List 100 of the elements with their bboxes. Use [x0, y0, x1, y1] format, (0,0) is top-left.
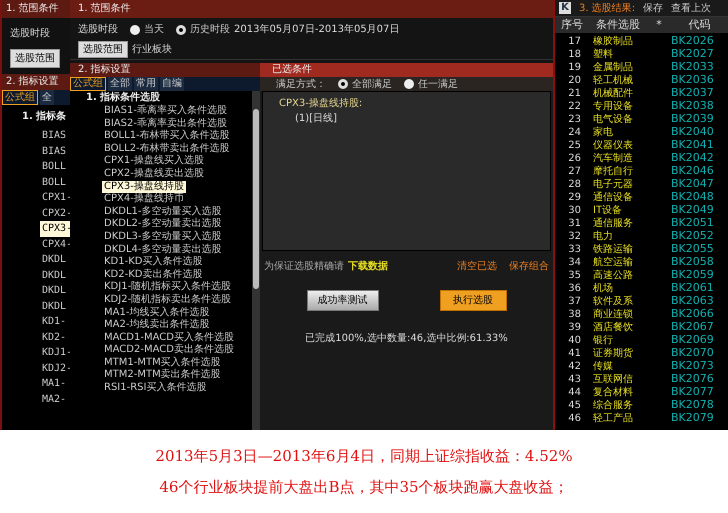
table-cell-text: 46 [567, 412, 582, 426]
list-item[interactable]: DKDL3-多空动量买入选股 [102, 230, 224, 244]
radio-label[interactable]: 任一满足 [418, 76, 458, 92]
list-item[interactable]: MTM2-MTM卖出条件选股 [102, 369, 223, 382]
panel-header: 1. 范围条件 [70, 0, 553, 18]
table-cell-text: 17 [567, 34, 582, 49]
radio-button[interactable] [404, 79, 414, 89]
table-cell-text: 30 [567, 204, 582, 218]
list-item[interactable]: DKDL4-多空动量卖出选股 [102, 244, 224, 256]
clear-link[interactable]: 清空已选 [457, 259, 497, 274]
tab[interactable]: 全部 [108, 77, 132, 91]
table-cell-text: 高速公路 [592, 268, 634, 282]
list-item[interactable]: DKDL1-多空动量买入选股 [102, 206, 224, 218]
list-item[interactable]: BIAS [40, 128, 68, 144]
run-button[interactable]: 执行选股 [440, 290, 506, 311]
table-cell-text: 38 [567, 308, 582, 322]
table-cell-text: 汽车制造 [592, 152, 634, 166]
save-link[interactable]: 保存 [643, 0, 664, 16]
tab[interactable]: 自编 [160, 77, 184, 91]
scrollbar-thumb[interactable] [253, 109, 259, 289]
table-cell-text: 酒店餐饮 [592, 320, 634, 335]
tab[interactable]: 公式组 [70, 77, 106, 91]
list-item[interactable]: KD2-KD卖出条件选股 [102, 268, 204, 282]
list-item[interactable]: KDJ1-随机指标买入条件选股 [102, 281, 234, 294]
list-item[interactable]: KDJ2-随机指标卖出条件选股 [102, 294, 234, 306]
range-button[interactable]: 选股范围 [78, 41, 128, 58]
table-cell-text: 27 [567, 164, 582, 179]
table-cell-text: BK2048 [671, 189, 715, 204]
table-cell-text: 28 [567, 178, 582, 192]
list-item[interactable]: CPX3-操盘线持股 [102, 180, 186, 194]
list-item[interactable]: BOLL [40, 159, 68, 174]
table-cell-text: BK2047 [671, 176, 715, 192]
list-item[interactable]: CPX3- [40, 221, 70, 236]
table-cell-text: 电力 [592, 230, 613, 244]
list-item[interactable]: DKDL [40, 298, 68, 314]
list-item[interactable]: KD1-KD买入条件选股 [102, 256, 204, 269]
radio-label[interactable]: 历史时段 [190, 22, 230, 37]
list-item[interactable]: KDJ1- [40, 345, 70, 360]
table-cell-text: 电子元器 [592, 178, 634, 192]
view-last-link[interactable]: 查看上次 [671, 0, 712, 16]
table-cell-text: 铁路运输 [592, 242, 634, 256]
list-item[interactable]: BOLL2-布林带卖出条件选股 [102, 142, 232, 156]
save-link[interactable]: 保存组合 [509, 259, 549, 274]
list-item[interactable]: CPX1-操盘线买入选股 [102, 155, 206, 168]
table-cell-text: 44 [567, 386, 582, 400]
list-item[interactable]: MA2-均线卖出条件选股 [102, 319, 212, 332]
test-button[interactable]: 成功率测试 [306, 290, 378, 311]
radio-button[interactable] [130, 24, 140, 34]
radio-button[interactable] [338, 79, 348, 89]
field-label: 选股时段 [10, 26, 51, 41]
list-item[interactable]: BIAS1-乖离率买入条件选股 [102, 105, 229, 118]
range-button[interactable]: 选股范围 [10, 49, 60, 68]
table-cell-text: 43 [567, 372, 582, 387]
list-item[interactable]: MA1-均线买入条件选股 [102, 306, 212, 320]
radio-label[interactable]: 当天 [144, 22, 164, 37]
list-item[interactable]: BOLL1-布林带买入条件选股 [102, 130, 232, 143]
list-item[interactable]: DKDL [40, 252, 68, 268]
list-item[interactable]: KDJ2- [40, 360, 70, 376]
list-item[interactable]: CPX4- [40, 236, 70, 252]
list-item[interactable]: KD1- [40, 314, 68, 330]
table-cell-text: BK2078 [671, 397, 715, 412]
radio-button[interactable] [176, 24, 186, 34]
radio-label[interactable]: 全部满足 [352, 76, 392, 92]
tab[interactable]: 常用 [134, 77, 158, 91]
table-cell-text: BK2073 [671, 358, 715, 374]
column-header: 序号 [560, 17, 584, 33]
table-cell-text: 29 [567, 190, 582, 205]
table-cell-text: BK2046 [671, 163, 715, 178]
list-item[interactable]: BIAS [40, 144, 68, 159]
table-cell-text: BK2026 [671, 33, 715, 48]
table-cell-text: BK2051 [671, 215, 715, 230]
list-item[interactable]: DKDL [40, 283, 68, 298]
table-cell-text: 机场 [592, 282, 614, 296]
list-item[interactable]: BIAS2-乖离率卖出条件选股 [102, 118, 229, 130]
list-item[interactable]: BOLL [40, 174, 68, 190]
tab[interactable]: 公式组 [2, 90, 38, 105]
download-link[interactable]: 下载数据 [348, 259, 388, 274]
list-item[interactable]: MTM1-MTM买入条件选股 [102, 356, 223, 370]
table-cell-text: BK2042 [671, 150, 715, 166]
logo-icon: K [559, 2, 571, 14]
list-item[interactable]: DKDL [40, 268, 68, 283]
table-cell-text: 18 [567, 48, 582, 62]
table-cell-text: 32 [567, 230, 582, 244]
list-item[interactable]: CPX4-操盘线持币 [102, 193, 186, 206]
list-item[interactable]: RSI1-RSI买入条件选股 [102, 382, 208, 395]
list-item[interactable]: MACD2-MACD卖出条件选股 [102, 344, 236, 357]
table-cell-text: BK2033 [671, 59, 715, 74]
list-item[interactable]: CPX1- [40, 190, 70, 206]
table-cell-text: BK2077 [671, 384, 715, 400]
list-item[interactable]: MA1- [40, 376, 68, 392]
table-cell-text: 传媒 [592, 360, 614, 374]
tab[interactable]: 全 [40, 90, 54, 105]
list-item[interactable]: CPX2-操盘线卖出选股 [102, 168, 206, 181]
list-item[interactable]: CPX2- [40, 206, 70, 221]
list-item[interactable]: KD2- [40, 330, 68, 345]
list-item[interactable]: MACD1-MACD买入条件选股 [102, 332, 236, 344]
list-item[interactable]: MA2- [40, 392, 68, 407]
date-range: 2013年05月07日-2013年05月07日 [234, 23, 400, 37]
table-cell-text: 银行 [592, 334, 614, 348]
list-item[interactable]: DKDL2-多空动量卖出选股 [102, 218, 224, 231]
